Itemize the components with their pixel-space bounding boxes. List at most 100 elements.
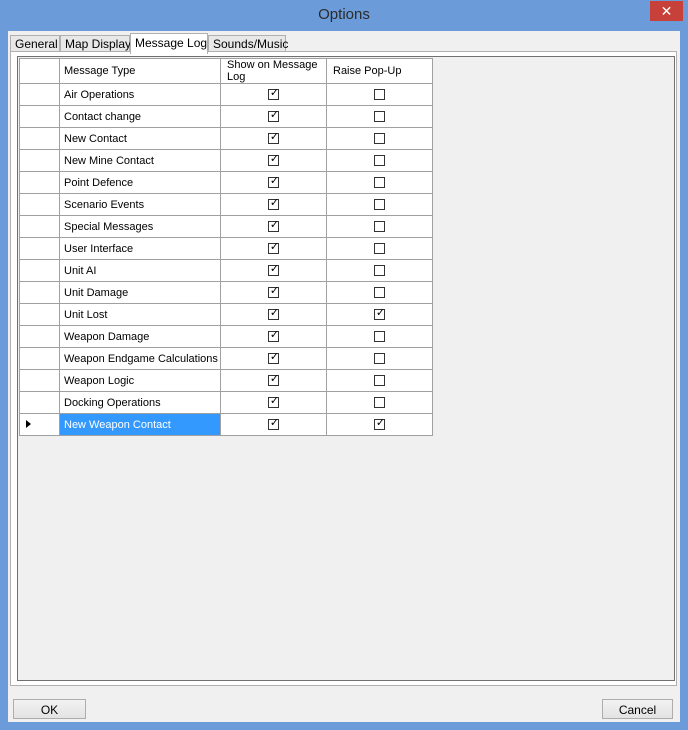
row-header[interactable] [19,171,60,194]
checkmark-icon: ✓ [375,417,386,430]
raise-popup-checkbox[interactable] [374,375,385,387]
message-type-cell[interactable]: Weapon Endgame Calculations [59,347,221,370]
show-on-log-checkbox[interactable]: ✓ [268,285,280,299]
show-on-log-checkbox[interactable]: ✓ [268,153,279,167]
raise-popup-checkbox[interactable] [374,331,385,343]
show-on-log-checkbox[interactable]: ✓ [268,263,280,277]
title-bar[interactable]: Options ✕ [0,0,688,31]
column-header-show-on-message-log[interactable]: Show on Message Log [220,58,327,84]
row-header[interactable] [19,149,60,172]
raise-popup-cell [326,105,433,128]
show-on-log-checkbox[interactable]: ✓ [268,175,279,189]
message-type-cell[interactable]: Scenario Events [59,193,221,216]
row-header[interactable] [19,237,60,260]
message-type-cell[interactable]: New Contact [59,127,221,150]
row-header[interactable] [19,325,60,348]
show-on-log-cell: ✓ [220,259,327,282]
message-type-cell[interactable]: Contact change [59,105,221,128]
row-header[interactable] [19,127,60,150]
ok-button[interactable]: OK [13,699,86,719]
checkmark-icon: ✓ [269,263,280,276]
show-on-log-checkbox[interactable]: ✓ [268,351,279,365]
message-type-cell[interactable]: Weapon Damage [59,325,221,348]
table-row[interactable]: Special Messages ✓ [19,215,433,238]
table-row[interactable]: Docking Operations ✓ [19,391,433,414]
raise-popup-checkbox[interactable] [374,155,385,167]
row-header[interactable] [19,413,60,436]
message-type-cell[interactable]: Unit Lost [59,303,221,326]
raise-popup-checkbox[interactable] [374,199,385,211]
table-row[interactable]: Unit Damage ✓ [19,281,433,304]
raise-popup-checkbox[interactable] [374,287,385,299]
show-on-log-checkbox[interactable]: ✓ [268,329,279,343]
row-header[interactable] [19,193,60,216]
table-row[interactable]: Unit AI ✓ [19,259,433,282]
message-type-cell[interactable]: Special Messages [59,215,221,238]
raise-popup-checkbox[interactable] [374,265,385,277]
show-on-log-checkbox[interactable]: ✓ [268,109,280,123]
raise-popup-cell [326,149,433,172]
row-header[interactable] [19,83,60,106]
table-row[interactable]: New Contact ✓ [19,127,433,150]
raise-popup-checkbox[interactable] [374,221,385,233]
column-header-message-type[interactable]: Message Type [59,58,221,84]
raise-popup-checkbox[interactable] [374,397,385,409]
show-on-log-checkbox[interactable]: ✓ [268,417,279,431]
cancel-button[interactable]: Cancel [602,699,673,719]
show-on-log-checkbox[interactable]: ✓ [268,307,279,321]
message-type-cell[interactable]: New Weapon Contact [59,413,221,436]
checkmark-icon: ✓ [269,109,280,122]
raise-popup-checkbox[interactable] [374,177,385,189]
table-row[interactable]: Weapon Logic ✓ [19,369,433,392]
show-on-log-checkbox[interactable]: ✓ [268,87,279,101]
raise-popup-checkbox[interactable] [374,243,385,255]
close-button[interactable]: ✕ [650,1,683,21]
message-type-cell[interactable]: Docking Operations [59,391,221,414]
message-type-cell[interactable]: User Interface [59,237,221,260]
table-row[interactable]: User Interface ✓ [19,237,433,260]
checkmark-icon: ✓ [269,285,280,298]
tab-general[interactable]: General [10,35,60,52]
message-type-cell[interactable]: New Mine Contact [59,149,221,172]
show-on-log-checkbox[interactable]: ✓ [268,373,279,387]
raise-popup-checkbox[interactable] [374,89,385,101]
column-header-raise-pop-up[interactable]: Raise Pop-Up [326,58,433,84]
raise-popup-checkbox[interactable] [374,133,385,145]
table-row[interactable]: Point Defence ✓ [19,171,433,194]
message-type-grid[interactable]: Message Type Show on Message Log Raise P… [17,56,675,681]
show-on-log-checkbox[interactable]: ✓ [268,197,279,211]
row-header[interactable] [19,105,60,128]
row-header[interactable] [19,215,60,238]
tab-sounds-music[interactable]: Sounds/Music [208,35,288,52]
raise-popup-checkbox[interactable] [374,353,385,365]
checkmark-icon: ✓ [269,131,280,144]
table-row[interactable]: Weapon Damage ✓ [19,325,433,348]
show-on-log-checkbox[interactable]: ✓ [268,395,279,409]
table-row[interactable]: Scenario Events ✓ [19,193,433,216]
table-row[interactable]: Contact change ✓ [19,105,433,128]
show-on-log-checkbox[interactable]: ✓ [268,131,280,145]
table-row[interactable]: New Weapon Contact ✓ ✓ [19,413,433,436]
raise-popup-checkbox[interactable]: ✓ [374,417,386,431]
table-row[interactable]: New Mine Contact ✓ [19,149,433,172]
message-type-cell[interactable]: Air Operations [59,83,221,106]
message-type-cell[interactable]: Weapon Logic [59,369,221,392]
show-on-log-checkbox[interactable]: ✓ [268,241,279,255]
raise-popup-checkbox[interactable] [374,111,385,123]
table-row[interactable]: Weapon Endgame Calculations ✓ [19,347,433,370]
row-header[interactable] [19,259,60,282]
message-type-cell[interactable]: Unit Damage [59,281,221,304]
row-header[interactable] [19,369,60,392]
tab-map-display[interactable]: Map Display [60,35,131,52]
message-type-cell[interactable]: Unit AI [59,259,221,282]
raise-popup-checkbox[interactable]: ✓ [374,307,385,321]
show-on-log-checkbox[interactable]: ✓ [268,219,279,233]
tab-message-log[interactable]: Message Log [130,33,208,54]
table-row[interactable]: Air Operations ✓ [19,83,433,106]
table-row[interactable]: Unit Lost ✓ ✓ [19,303,433,326]
row-header[interactable] [19,281,60,304]
message-type-cell[interactable]: Point Defence [59,171,221,194]
row-header[interactable] [19,391,60,414]
row-header[interactable] [19,303,60,326]
row-header[interactable] [19,347,60,370]
